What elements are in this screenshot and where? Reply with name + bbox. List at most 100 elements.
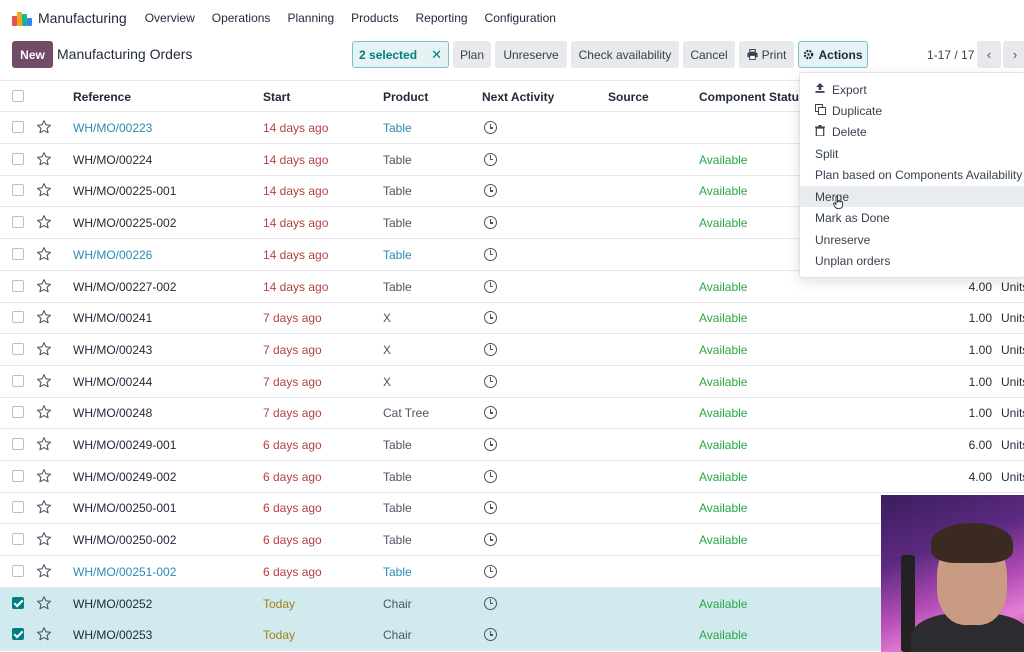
star-icon[interactable]: [36, 182, 52, 198]
clock-icon[interactable]: [484, 342, 497, 356]
star-icon[interactable]: [36, 595, 52, 611]
star-icon[interactable]: [36, 119, 52, 135]
row-reference[interactable]: WH/MO/00248: [73, 406, 152, 420]
column-reference[interactable]: Reference: [73, 90, 131, 104]
menu-item-export[interactable]: Export: [800, 79, 1024, 100]
star-icon[interactable]: [36, 278, 52, 294]
column-source[interactable]: Source: [608, 90, 649, 104]
star-icon[interactable]: [36, 468, 52, 484]
star-icon[interactable]: [36, 246, 52, 262]
clock-icon[interactable]: [484, 501, 497, 515]
clock-icon[interactable]: [484, 533, 497, 547]
row-checkbox[interactable]: [12, 501, 24, 514]
row-checkbox[interactable]: [12, 342, 24, 355]
row-reference[interactable]: WH/MO/00224: [73, 153, 152, 167]
nav-reporting[interactable]: Reporting: [416, 11, 468, 25]
table-row[interactable]: WH/MO/00243 7 days ago X Available 1.00 Units: [0, 334, 1024, 366]
row-checkbox[interactable]: [12, 311, 24, 324]
clock-icon[interactable]: [484, 596, 497, 610]
row-reference[interactable]: WH/MO/00244: [73, 375, 152, 389]
table-row[interactable]: WH/MO/00248 7 days ago Cat Tree Available 1.…: [0, 397, 1024, 430]
row-reference[interactable]: WH/MO/00241: [73, 311, 152, 325]
row-reference[interactable]: WH/MO/00223: [73, 121, 152, 135]
row-checkbox[interactable]: [12, 247, 24, 260]
menu-item-merge[interactable]: Merge: [800, 186, 1024, 209]
row-reference[interactable]: WH/MO/00250-001: [73, 501, 176, 515]
star-icon[interactable]: [36, 563, 52, 579]
star-icon[interactable]: [36, 151, 52, 167]
star-icon[interactable]: [36, 436, 52, 452]
column-component-status[interactable]: Component Status: [699, 90, 806, 104]
column-next-activity[interactable]: Next Activity: [482, 90, 554, 104]
column-product[interactable]: Product: [383, 90, 428, 104]
clock-icon[interactable]: [484, 216, 497, 230]
actions-button[interactable]: Actions: [798, 41, 868, 68]
menu-item-mark-done[interactable]: Mark as Done: [800, 207, 1024, 228]
star-icon[interactable]: [36, 499, 52, 515]
row-checkbox[interactable]: [12, 628, 24, 641]
menu-item-unreserve[interactable]: Unreserve: [800, 229, 1024, 250]
row-reference[interactable]: WH/MO/00225-001: [73, 184, 176, 198]
app-title[interactable]: Manufacturing: [38, 10, 127, 26]
menu-item-plan-components[interactable]: Plan based on Components Availability: [800, 164, 1024, 185]
row-checkbox[interactable]: [12, 279, 24, 292]
chevron-right-icon[interactable]: ›: [1003, 41, 1024, 68]
row-checkbox[interactable]: [12, 121, 24, 133]
clock-icon[interactable]: [484, 279, 497, 293]
row-checkbox[interactable]: [12, 184, 24, 197]
clock-icon[interactable]: [484, 438, 497, 451]
star-icon[interactable]: [36, 341, 52, 357]
table-row[interactable]: WH/MO/00250-001 6 days ago Table Available: [0, 492, 1024, 525]
pager-value[interactable]: 1-17 / 17: [927, 48, 974, 62]
row-reference[interactable]: WH/MO/00252: [73, 597, 152, 611]
new-button[interactable]: New: [12, 41, 53, 68]
row-reference[interactable]: WH/MO/00251-002: [73, 565, 176, 579]
clock-icon[interactable]: [484, 374, 497, 388]
clock-icon[interactable]: [484, 628, 497, 642]
clock-icon[interactable]: [484, 469, 497, 483]
star-icon[interactable]: [36, 531, 52, 547]
nav-planning[interactable]: Planning: [287, 11, 334, 25]
nav-operations[interactable]: Operations: [212, 11, 271, 25]
row-checkbox[interactable]: [12, 152, 24, 165]
row-reference[interactable]: WH/MO/00249-001: [73, 438, 176, 452]
nav-products[interactable]: Products: [351, 11, 398, 25]
menu-item-delete[interactable]: Delete: [800, 121, 1024, 142]
nav-configuration[interactable]: Configuration: [485, 11, 556, 25]
row-checkbox[interactable]: [12, 533, 24, 546]
check-availability-button[interactable]: Check availability: [571, 41, 679, 68]
print-button[interactable]: Print: [739, 41, 794, 68]
close-icon[interactable]: ✕: [431, 47, 442, 63]
selected-count-button[interactable]: 2 selected ✕: [352, 41, 449, 68]
row-reference[interactable]: WH/MO/00243: [73, 343, 152, 357]
star-icon[interactable]: [36, 214, 52, 230]
menu-item-unplan[interactable]: Unplan orders: [800, 250, 1024, 271]
nav-overview[interactable]: Overview: [145, 11, 195, 25]
row-checkbox[interactable]: [12, 596, 24, 609]
table-row[interactable]: WH/MO/00244 7 days ago X Available 1.00 Units: [0, 366, 1024, 398]
clock-icon[interactable]: [484, 184, 497, 198]
chevron-left-icon[interactable]: ‹: [977, 41, 1001, 68]
table-row[interactable]: WH/MO/00249-002 6 days ago Table Available 4…: [0, 461, 1024, 493]
row-checkbox[interactable]: [12, 406, 24, 419]
row-checkbox[interactable]: [12, 216, 24, 229]
unreserve-button[interactable]: Unreserve: [495, 41, 567, 68]
star-icon[interactable]: [36, 404, 52, 420]
row-reference[interactable]: WH/MO/00225-002: [73, 216, 176, 230]
column-start[interactable]: Start: [263, 90, 290, 104]
star-icon[interactable]: [36, 373, 52, 389]
clock-icon[interactable]: [484, 311, 497, 325]
table-row[interactable]: WH/MO/00249-001 6 days ago Table Available 6…: [0, 429, 1024, 461]
table-row[interactable]: WH/MO/00241 7 days ago X Available 1.00 Units: [0, 302, 1024, 335]
clock-icon[interactable]: [484, 152, 497, 166]
cancel-button[interactable]: Cancel: [683, 41, 735, 68]
star-icon[interactable]: [36, 626, 52, 642]
menu-item-duplicate[interactable]: Duplicate: [800, 100, 1024, 121]
table-row[interactable]: WH/MO/00252 Today Chair Available: [0, 587, 1024, 620]
plan-button[interactable]: Plan: [453, 41, 491, 68]
select-all-checkbox[interactable]: [12, 90, 24, 102]
manufacturing-app-icon[interactable]: [12, 10, 32, 26]
row-reference[interactable]: WH/MO/00253: [73, 628, 152, 642]
table-row[interactable]: WH/MO/00250-002 6 days ago Table Available: [0, 524, 1024, 557]
row-reference[interactable]: WH/MO/00226: [73, 248, 152, 262]
